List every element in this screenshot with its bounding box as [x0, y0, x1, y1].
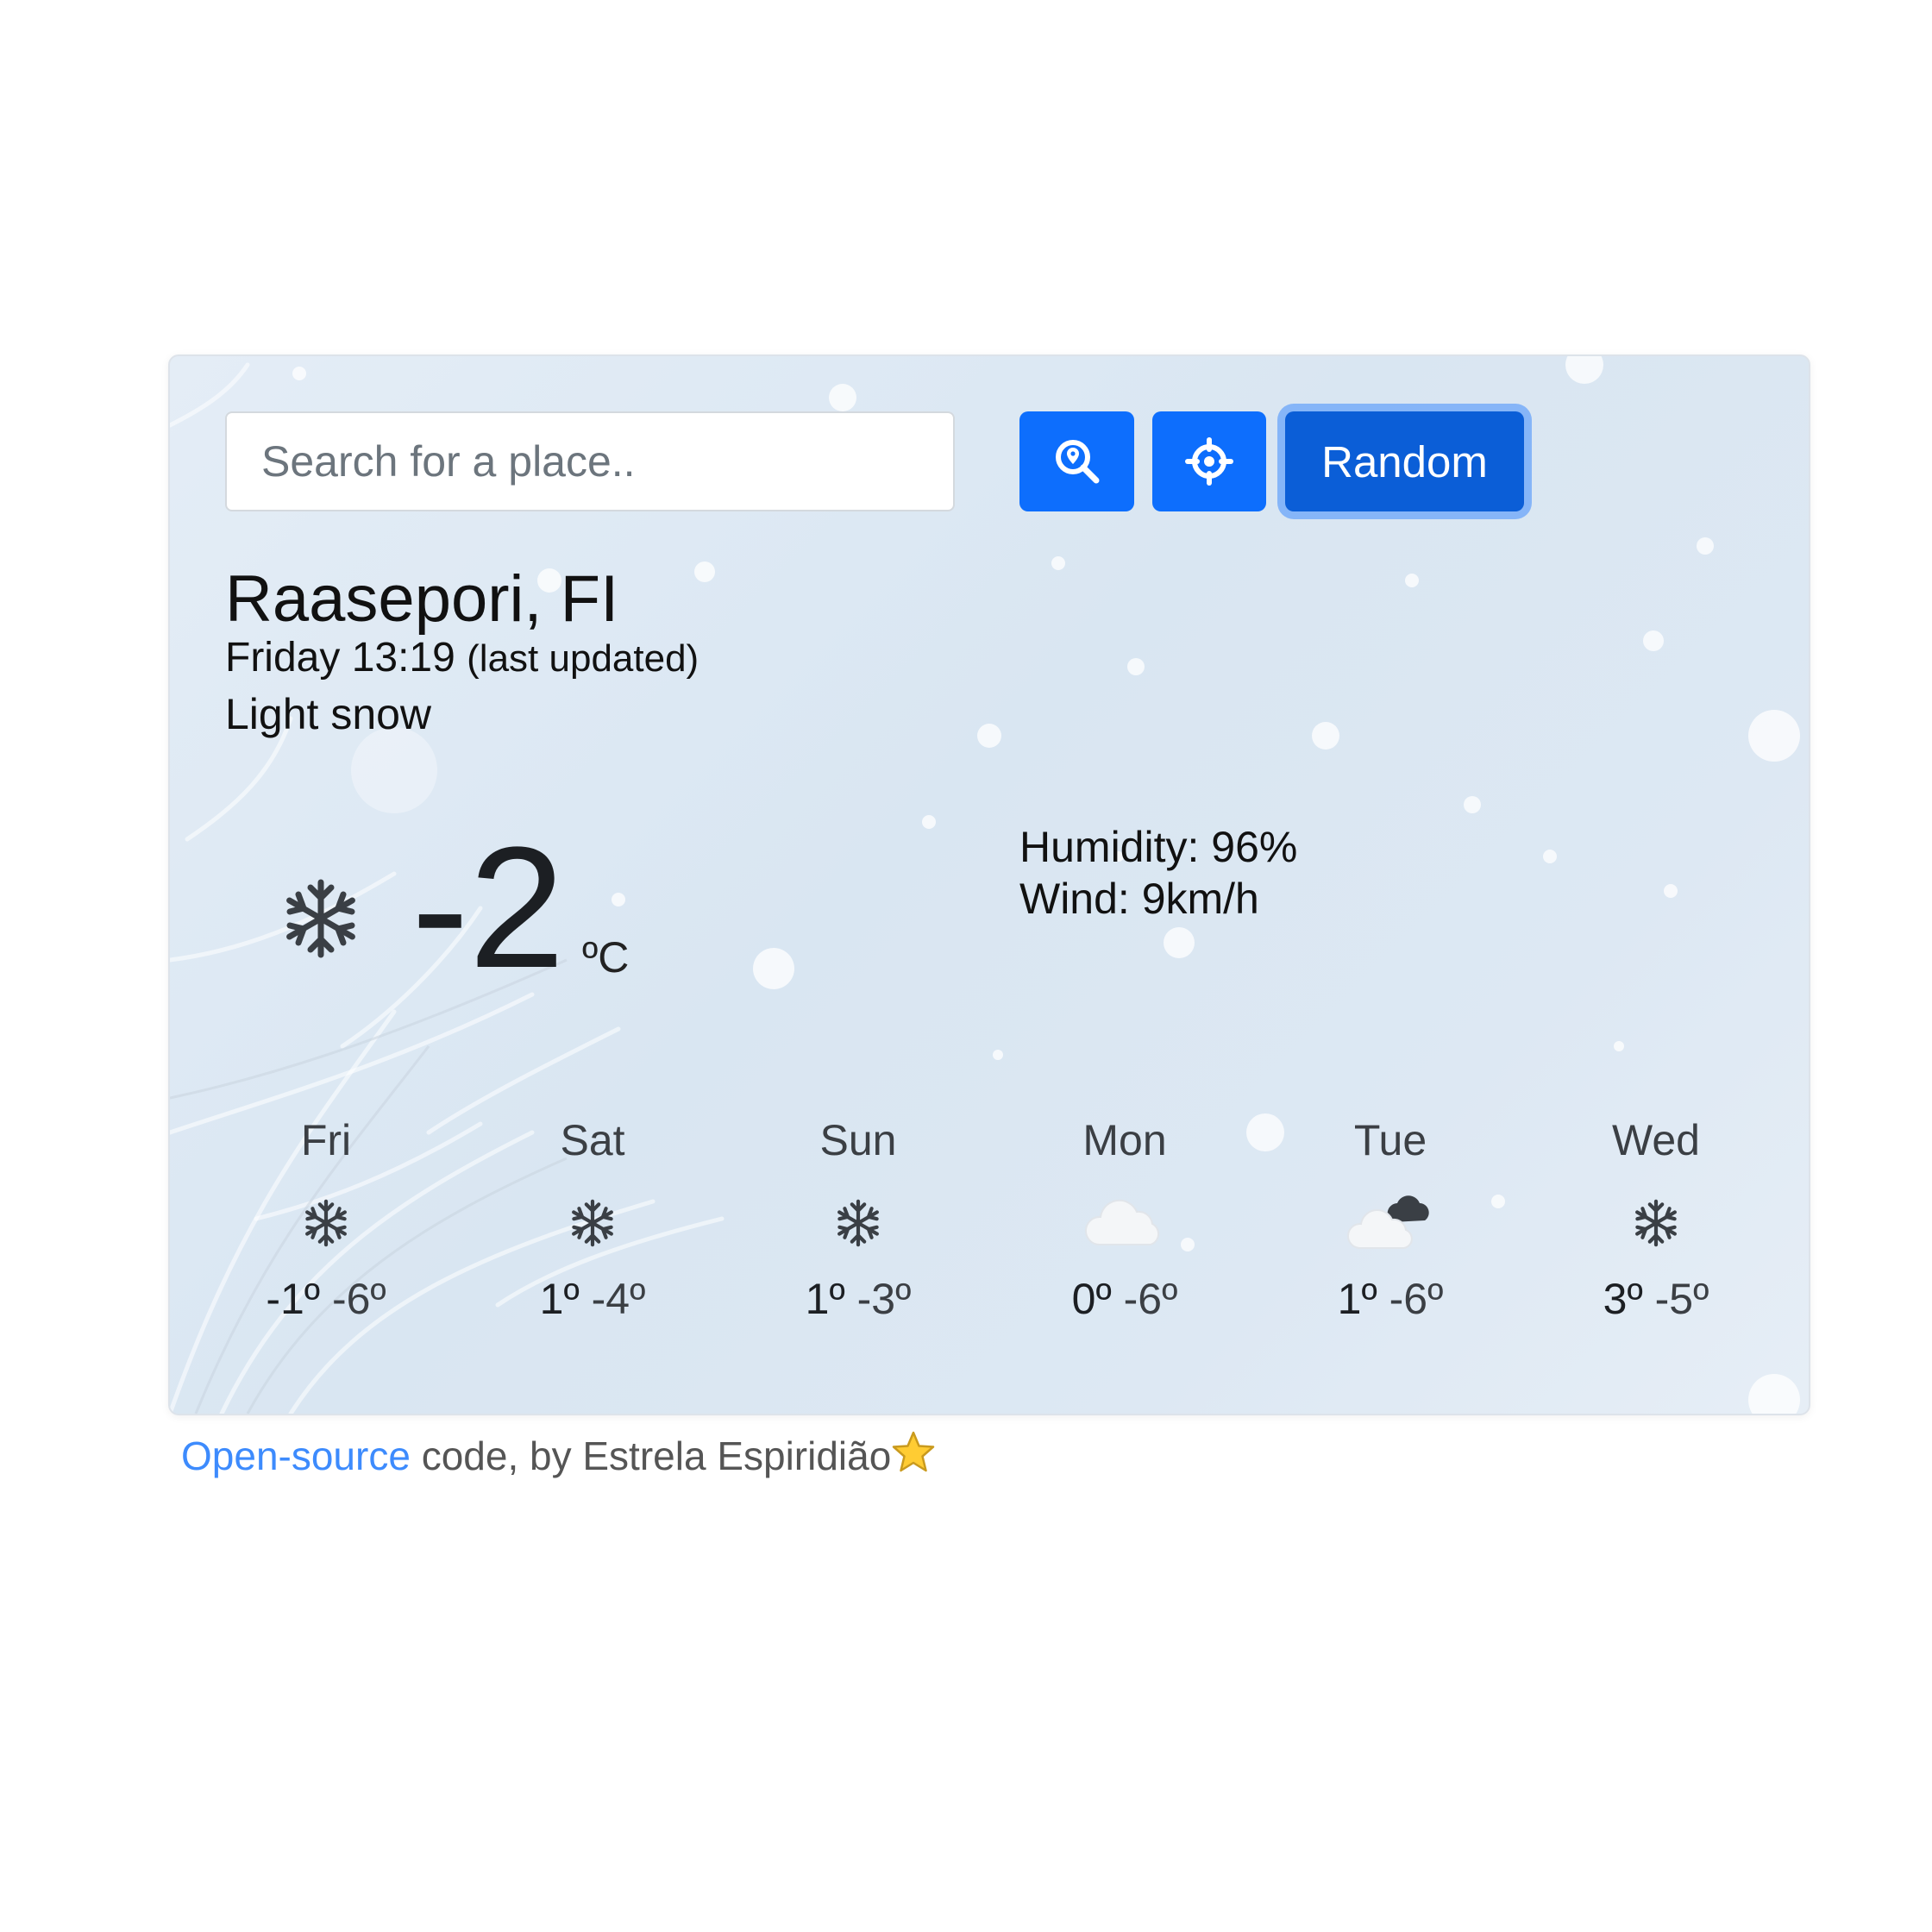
forecast-temps: -1º -6º — [197, 1274, 455, 1324]
forecast-temps: 1º -3º — [729, 1274, 988, 1324]
temperature-unit: ºC — [582, 933, 630, 982]
forecast-day-name: Sun — [819, 1116, 897, 1164]
forecast-low: -6º — [331, 1275, 386, 1323]
forecast-day-name: Wed — [1612, 1116, 1700, 1164]
snowflake-icon — [300, 1197, 352, 1249]
footer-credit: Open-source code, by Estrela Espiridião — [181, 1430, 936, 1479]
day-time: Friday 13:19 — [225, 635, 455, 681]
forecast-low: -6º — [1389, 1275, 1444, 1323]
current-temperature: -2 — [411, 812, 565, 1004]
current-location-button[interactable] — [1152, 411, 1266, 511]
snowflake-icon — [1630, 1197, 1682, 1249]
snowflake-icon — [278, 875, 364, 962]
forecast-high: 1º — [805, 1275, 845, 1323]
forecast-day-name: Mon — [1082, 1116, 1167, 1164]
forecast-day: Sun 1º -3º — [729, 1115, 988, 1324]
forecast-low: -6º — [1123, 1275, 1178, 1323]
last-updated: Friday 13:19 (last updated) — [225, 634, 699, 681]
forecast-high: 3º — [1603, 1275, 1643, 1323]
forecast-low: -3º — [856, 1275, 912, 1323]
forecast-day: Fri -1º -6º — [197, 1115, 455, 1324]
forecast-temps: 0º -6º — [995, 1274, 1254, 1324]
forecast-day: Tue 1º -6º — [1261, 1115, 1520, 1324]
humidity: Humidity: 96% — [1019, 823, 1298, 871]
last-updated-note: (last updated) — [467, 637, 699, 680]
forecast-day: Wed 3º -5º — [1527, 1115, 1785, 1324]
forecast-low: -5º — [1654, 1275, 1709, 1323]
star-icon — [893, 1431, 935, 1472]
cloud-dark-icon — [1347, 1195, 1429, 1249]
forecast-temps: 3º -5º — [1527, 1274, 1785, 1324]
forecast-day-name: Fri — [300, 1116, 352, 1164]
footer-text: code, by Estrela Espiridião — [410, 1433, 892, 1478]
search-button[interactable] — [1019, 411, 1134, 511]
forecast-high: 0º — [1071, 1275, 1112, 1323]
search-input[interactable] — [225, 411, 955, 511]
crosshair-icon — [1185, 437, 1233, 486]
forecast-day-name: Tue — [1353, 1116, 1427, 1164]
snowflake-icon — [832, 1197, 884, 1249]
cloud-icon — [1085, 1199, 1160, 1245]
forecast-day: Mon 0º -6º — [995, 1115, 1254, 1324]
forecast-temps: 1º -6º — [1261, 1274, 1520, 1324]
forecast-day: Sat 1º -4º — [463, 1115, 722, 1324]
forecast-high: -1º — [266, 1275, 321, 1323]
forecast-high: 1º — [1337, 1275, 1377, 1323]
wind-speed: Wind: 9km/h — [1019, 875, 1259, 923]
random-button[interactable]: Random — [1285, 411, 1524, 511]
city-name: Raasepori, FI — [225, 562, 619, 636]
snowflake-icon — [567, 1197, 618, 1249]
forecast-temps: 1º -4º — [463, 1274, 722, 1324]
weather-condition: Light snow — [225, 690, 432, 738]
forecast-high: 1º — [539, 1275, 580, 1323]
forecast-low: -4º — [591, 1275, 646, 1323]
open-source-link[interactable]: Open-source — [181, 1433, 411, 1478]
forecast-day-name: Sat — [560, 1116, 625, 1164]
weather-card: Random Raasepori, FI Friday 13:19 (last … — [168, 354, 1810, 1415]
search-location-icon — [1055, 440, 1099, 484]
